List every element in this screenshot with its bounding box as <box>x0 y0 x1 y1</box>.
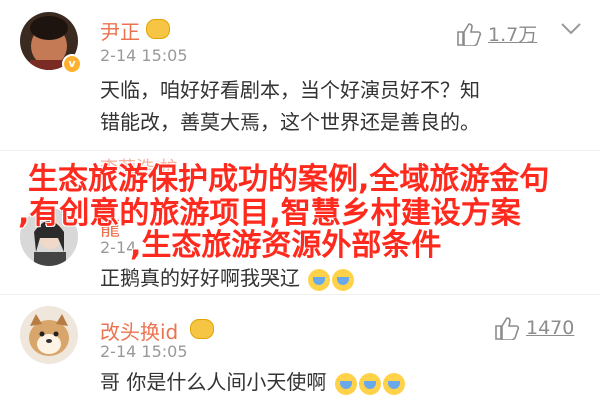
avatar[interactable] <box>20 306 78 364</box>
comment-1: v 尹正 2-14 15:05 天临，咱好好看剧本，当个好演员好不？知 错能改，… <box>0 0 600 140</box>
comment-text: 哥 你是什么人间小天使啊 <box>100 366 405 395</box>
comment-text-body: 哥 你是什么人间小天使啊 <box>100 370 327 394</box>
fan-level-badge-icon <box>146 19 170 39</box>
crying-emoji-icon <box>332 268 355 291</box>
overlay-title-line-3: ,生态旅游资源外部条件 <box>130 228 442 263</box>
like-count: 1470 <box>526 317 575 339</box>
comment-time: 2-14 15:05 <box>100 46 188 65</box>
comment-author[interactable]: 尹正 <box>100 16 140 45</box>
comment-author[interactable]: 改头换id <box>100 316 178 345</box>
comment-text: 正鹅真的好好啊我哭辽 <box>100 262 355 291</box>
chevron-down-icon[interactable] <box>560 22 582 36</box>
comment-3: 改头换id 2-14 15:05 哥 你是什么人间小天使啊 1470 <box>0 296 600 400</box>
crying-emoji-icon <box>358 372 381 395</box>
like-button[interactable]: 1470 <box>494 316 574 340</box>
crying-emoji-icon <box>382 372 405 395</box>
like-count: 1.7万 <box>488 24 538 46</box>
divider <box>0 150 600 151</box>
verified-badge-icon: v <box>62 54 82 74</box>
thumbs-up-icon <box>495 317 520 340</box>
comment-time: 2-14 15:05 <box>100 342 188 361</box>
crying-emoji-icon <box>308 268 331 291</box>
thumbs-up-icon <box>457 22 482 46</box>
like-button[interactable]: 1.7万 <box>456 20 537 47</box>
comment-text-line-2: 错能改，善莫大焉，这个世界还是善良的。 <box>100 110 480 134</box>
crying-emoji-icon <box>334 372 357 395</box>
comment-text-line-1: 天临，咱好好看剧本，当个好演员好不？知 <box>100 78 480 102</box>
divider <box>0 294 600 295</box>
fan-level-badge-icon <box>190 319 214 339</box>
comment-text-body: 正鹅真的好好啊我哭辽 <box>100 266 300 290</box>
